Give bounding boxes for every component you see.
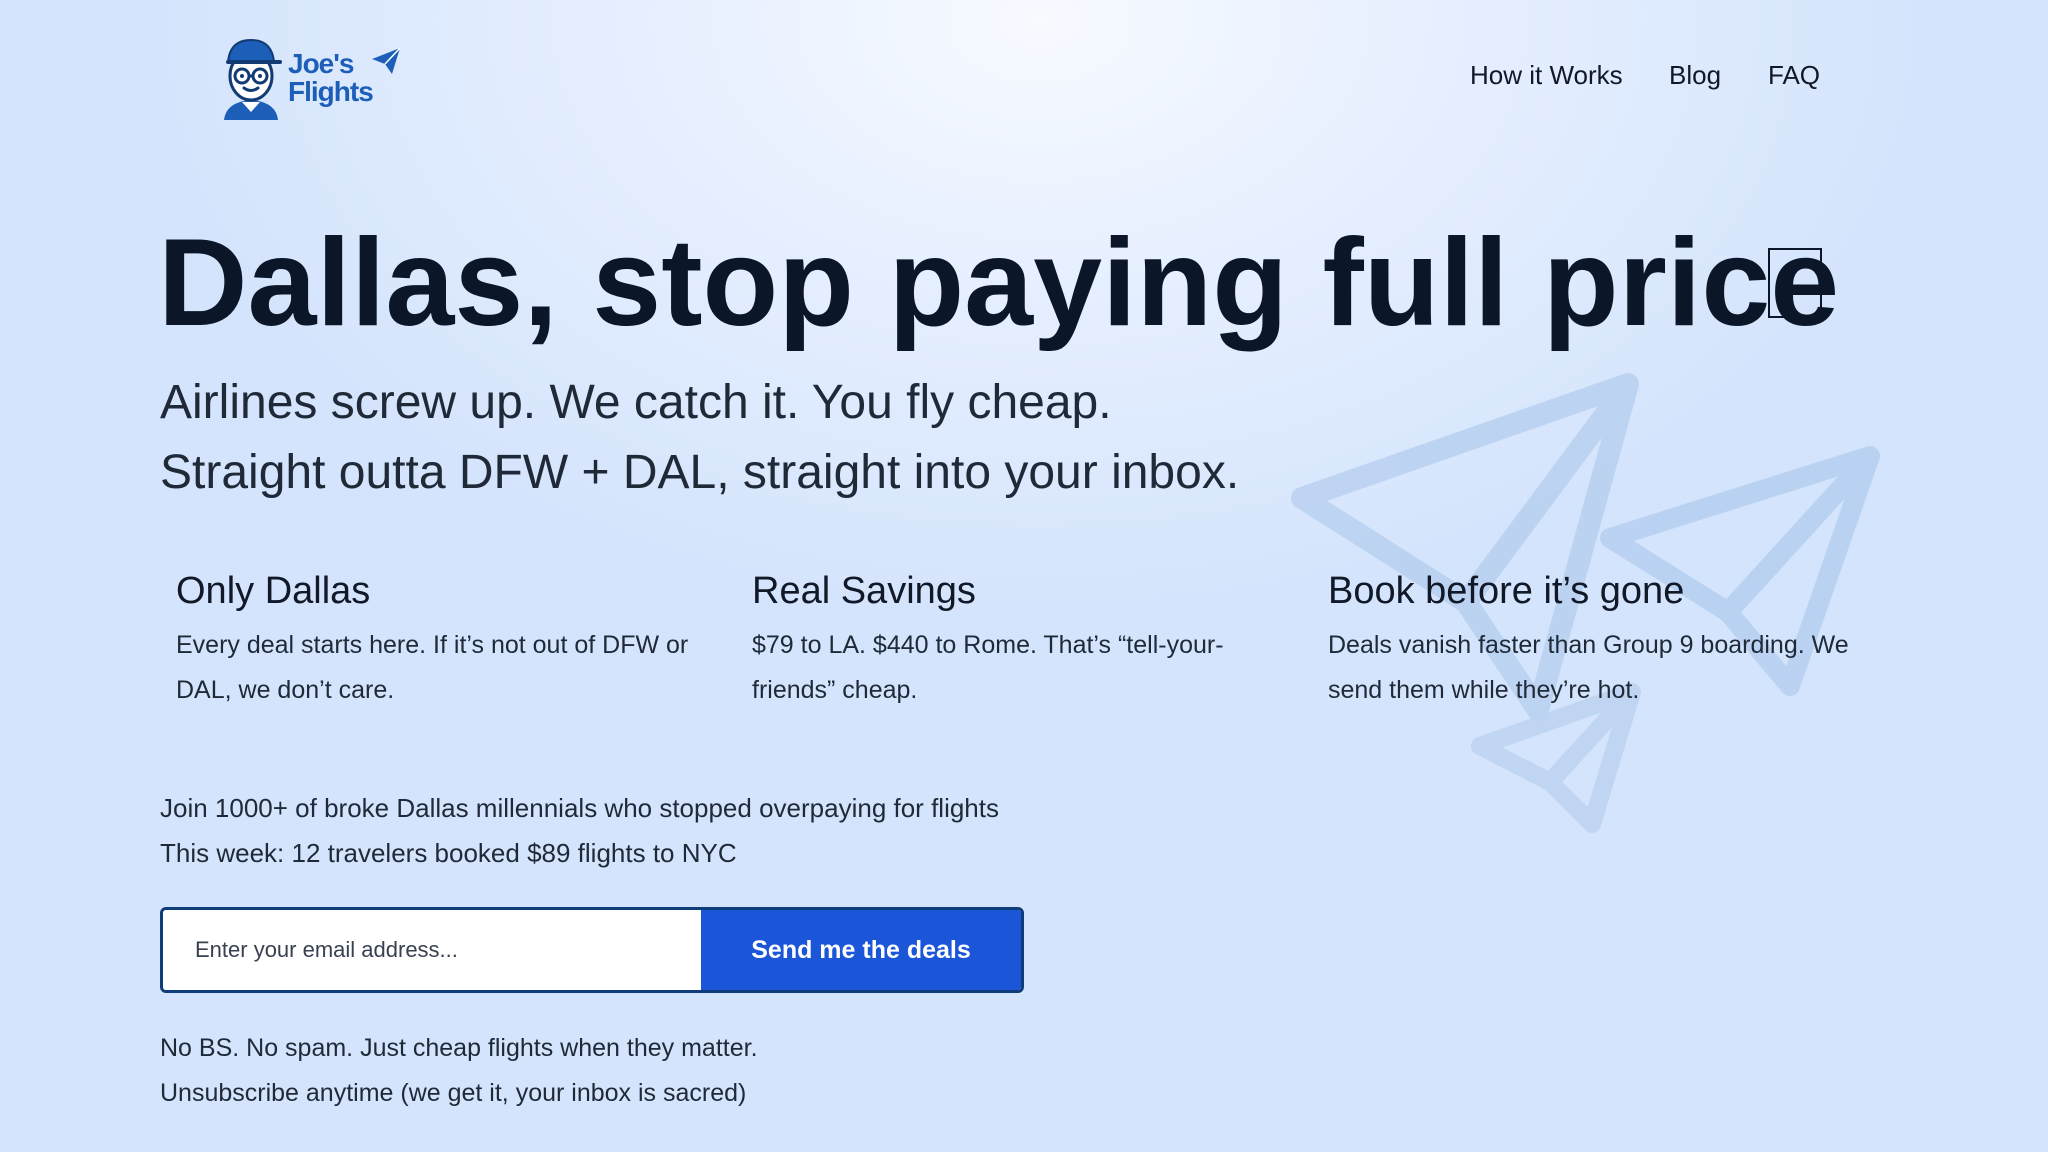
signup-form: Send me the deals (160, 907, 1024, 993)
hero-subtitle-1: Airlines screw up. We catch it. You fly … (160, 376, 1112, 429)
feature-title: Book before it’s gone (1328, 570, 1685, 612)
signup-disclaimer: No BS. No spam. Just cheap flights when … (160, 1026, 758, 1116)
send-deals-button[interactable]: Send me the deals (701, 910, 1021, 990)
hero-title: Dallas, stop paying full price (158, 214, 1840, 352)
disclaimer-line-2: Unsubscribe anytime (we get it, your inb… (160, 1079, 747, 1107)
feature-real-savings: Real Savings $79 to LA. $440 to Rome. Th… (752, 570, 1292, 713)
nav-how-it-works[interactable]: How it Works (1470, 60, 1623, 91)
social-proof-line-1: Join 1000+ of broke Dallas millennials w… (160, 793, 999, 823)
brand-line1: Joe's (288, 48, 354, 79)
brand-logo[interactable]: Joe's Flights (220, 36, 401, 120)
feature-text: Deals vanish faster than Group 9 boardin… (1328, 631, 1849, 704)
nav-blog[interactable]: Blog (1669, 60, 1721, 91)
email-input[interactable] (163, 910, 701, 990)
missing-emoji-glyph (1768, 248, 1822, 318)
joe-avatar-icon (224, 38, 282, 120)
feature-only-dallas: Only Dallas Every deal starts here. If i… (176, 570, 716, 713)
hero-subtitle-2: Straight outta DFW + DAL, straight into … (160, 446, 1240, 499)
social-proof-line-2: This week: 12 travelers booked $89 fligh… (160, 838, 737, 868)
brand-wordmark: Joe's Flights (288, 48, 374, 107)
feature-text: Every deal starts here. If it’s not out … (176, 631, 689, 704)
feature-book-before-gone: Book before it’s gone Deals vanish faste… (1328, 570, 1868, 713)
feature-title: Real Savings (752, 570, 976, 612)
disclaimer-line-1: No BS. No spam. Just cheap flights when … (160, 1034, 758, 1062)
social-proof: Join 1000+ of broke Dallas millennials w… (160, 786, 999, 876)
feature-title: Only Dallas (176, 570, 371, 612)
feature-text: $79 to LA. $440 to Rome. That’s “tell-yo… (752, 631, 1224, 704)
paper-plane-icon (371, 47, 401, 74)
brand-line2: Flights (288, 76, 374, 107)
nav-faq[interactable]: FAQ (1768, 60, 1820, 91)
